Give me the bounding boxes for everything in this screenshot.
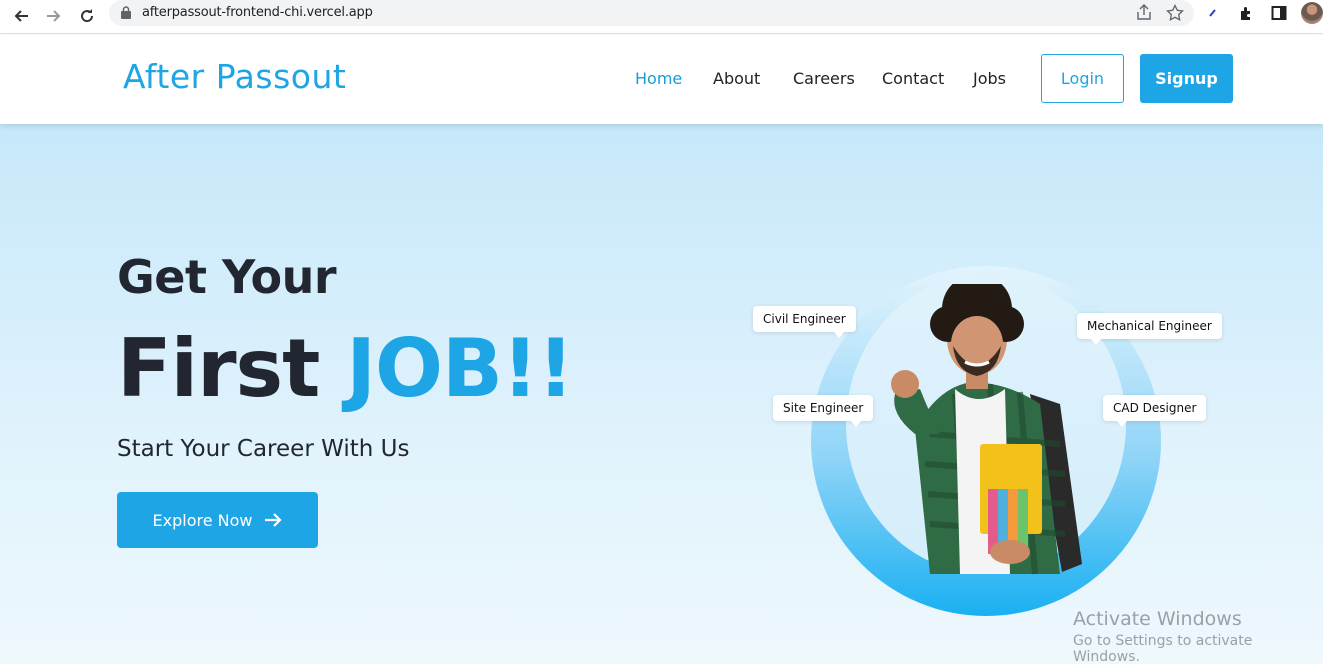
windows-activation-subtitle: Go to Settings to activate Windows.: [1073, 633, 1253, 664]
share-icon[interactable]: [1135, 4, 1153, 22]
pen-extension-icon[interactable]: [1207, 5, 1221, 19]
nav-contact[interactable]: Contact: [882, 69, 944, 88]
windows-activation-title: Activate Windows: [1073, 608, 1242, 630]
arrow-right-icon: [265, 513, 283, 527]
hero-subtitle: Start Your Career With Us: [117, 436, 410, 462]
signup-button[interactable]: Signup: [1140, 54, 1233, 103]
hero-heading-plain: First: [117, 322, 347, 415]
tag-site-engineer: Site Engineer: [773, 395, 874, 427]
address-bar[interactable]: afterpassout-frontend-chi.vercel.app: [109, 0, 1194, 26]
tag-civil-engineer: Civil Engineer: [753, 306, 856, 338]
puzzle-extensions-icon[interactable]: [1238, 5, 1256, 23]
hero-heading-accent: JOB!!: [346, 322, 574, 415]
hero-section: Get Your First JOB!! Start Your Career W…: [0, 124, 1323, 664]
nav-about[interactable]: About: [713, 69, 760, 88]
browser-toolbar: afterpassout-frontend-chi.vercel.app: [0, 0, 1323, 34]
hero-heading-line1: Get Your: [117, 250, 337, 304]
reload-icon[interactable]: [74, 3, 100, 29]
nav-jobs[interactable]: Jobs: [973, 69, 1006, 88]
url-text: afterpassout-frontend-chi.vercel.app: [142, 5, 373, 20]
forward-icon[interactable]: [41, 3, 67, 29]
explore-now-button[interactable]: Explore Now: [117, 492, 318, 548]
back-icon[interactable]: [8, 3, 34, 29]
profile-avatar[interactable]: [1301, 2, 1323, 24]
tag-mechanical-engineer: Mechanical Engineer: [1077, 313, 1222, 345]
hero-heading-line2: First JOB!!: [117, 322, 574, 415]
bookmark-star-icon[interactable]: [1166, 4, 1184, 22]
site-logo[interactable]: After Passout: [123, 57, 346, 96]
student-illustration: [891, 284, 1082, 575]
login-button[interactable]: Login: [1041, 54, 1124, 103]
explore-now-label: Explore Now: [152, 510, 253, 530]
tag-cad-designer: CAD Designer: [1103, 395, 1207, 427]
site-header: After Passout Home About Careers Contact…: [0, 35, 1323, 124]
nav-careers[interactable]: Careers: [793, 69, 855, 88]
lock-icon: [121, 6, 131, 19]
nav-home[interactable]: Home: [635, 69, 682, 88]
side-panel-icon[interactable]: [1271, 5, 1287, 21]
